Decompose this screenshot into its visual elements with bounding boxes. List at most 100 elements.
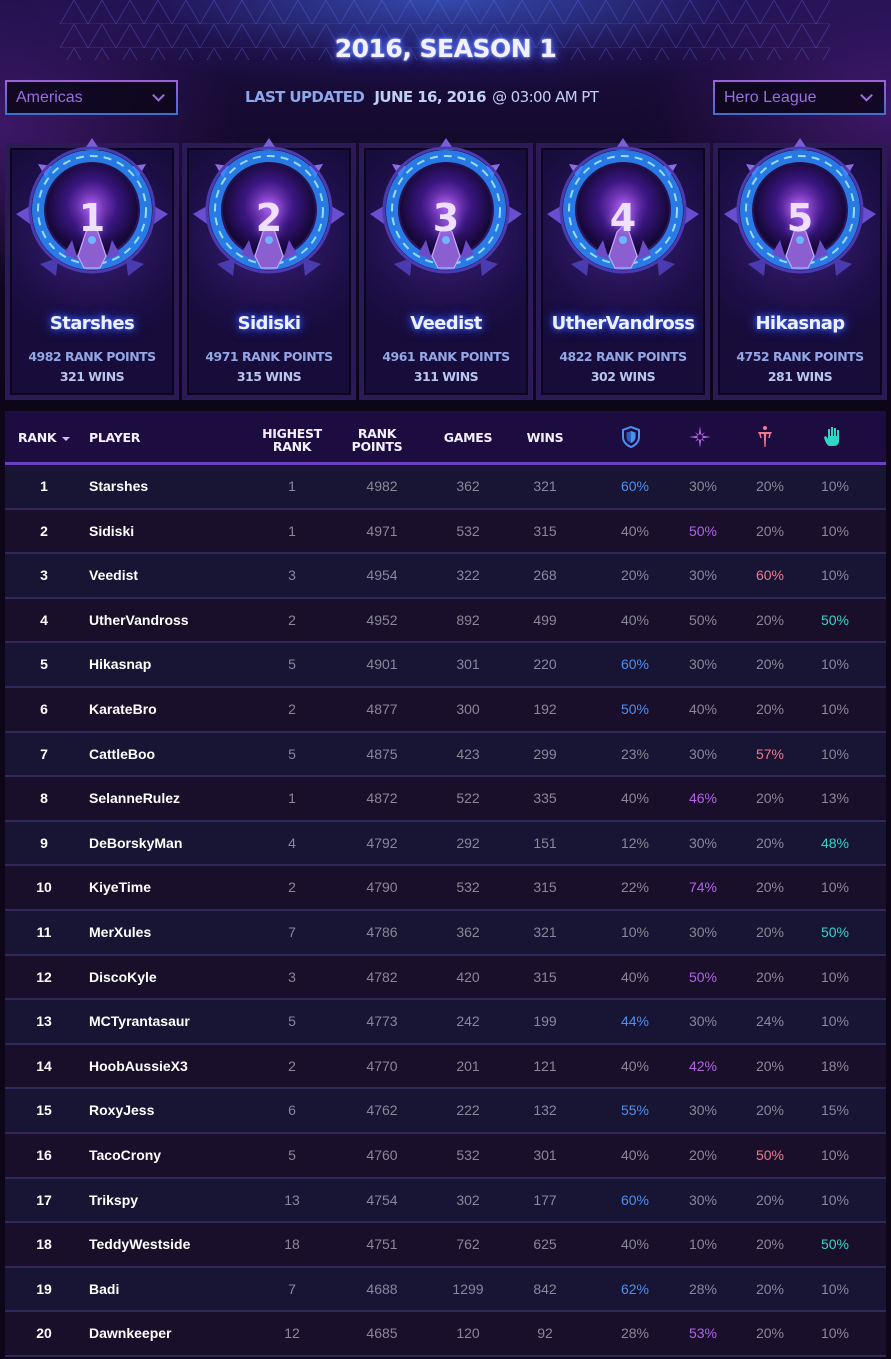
league-select-value: Hero League: [724, 88, 817, 106]
card-inner: 3 Veedist 4961 RANK POINTS 311 WINS: [364, 138, 528, 395]
cell-games: 532: [456, 879, 480, 896]
warrior-shield-icon[interactable]: [619, 425, 643, 449]
cell-player-link[interactable]: DiscoKyle: [89, 956, 259, 998]
cell-player-link[interactable]: Badi: [89, 1268, 259, 1310]
cell-support-percent: 10%: [820, 1280, 850, 1297]
cell-assassin-percent: 50%: [688, 522, 718, 539]
cell-assassin-percent: 20%: [688, 1146, 718, 1163]
cell-rank-points: 4971: [366, 522, 398, 539]
table-row[interactable]: 14 HoobAussieX3 2 4770 201 121 40% 42% 20% 1…: [5, 1044, 886, 1090]
card-inner: 4 UtherVandross 4822 RANK POINTS 302 WIN…: [541, 138, 705, 395]
cell-support-percent: 50%: [820, 923, 850, 940]
table-row[interactable]: 7 CattleBoo 5 4875 423 299 23% 30% 57% 10%: [5, 732, 886, 778]
table-row[interactable]: 12 DiscoKyle 3 4782 420 315 40% 50% 20% 10%: [5, 955, 886, 1001]
table-row[interactable]: 17 Trikspy 13 4754 302 177 60% 30% 20% 10%: [5, 1178, 886, 1224]
cell-player-link[interactable]: MerXules: [89, 911, 259, 953]
cell-player-link[interactable]: TeddyWestside: [89, 1223, 259, 1265]
cell-support-percent: 48%: [820, 834, 850, 851]
table-row[interactable]: 8 SelanneRulez 1 4872 522 335 40% 46% 20% 13…: [5, 777, 886, 822]
cell-player-link[interactable]: TacoCrony: [89, 1134, 259, 1176]
cell-player-link[interactable]: UtherVandross: [89, 599, 259, 641]
cell-support-percent: 10%: [820, 478, 850, 494]
table-row[interactable]: 2 Sidiski 1 4971 532 315 40% 50% 20% 10%: [5, 509, 886, 555]
column-rank[interactable]: RANK: [18, 431, 71, 444]
cell-player-link[interactable]: HoobAussieX3: [89, 1045, 259, 1087]
region-select[interactable]: Americas: [5, 80, 178, 115]
cell-rank: 13: [36, 1013, 52, 1030]
cell-player-link[interactable]: SelanneRulez: [89, 777, 259, 819]
cell-wins: 220: [533, 656, 557, 673]
table-header: RANK PLAYER HIGHEST RANK RANK POINTS GAM…: [5, 411, 886, 465]
cell-player-link[interactable]: KarateBro: [89, 688, 259, 730]
table-row[interactable]: 18 TeddyWestside 18 4751 762 625 40% 10% 20…: [5, 1223, 886, 1268]
cell-warrior-percent: 40%: [620, 611, 650, 628]
page-title: 2016, SEASON 1: [334, 34, 557, 63]
table-row[interactable]: 9 DeBorskyMan 4 4792 292 151 12% 30% 20% 48%: [5, 821, 886, 867]
table-row[interactable]: 19 Badi 7 4688 1299 842 62% 28% 20% 10%: [5, 1267, 886, 1313]
cell-player-link[interactable]: DeBorskyMan: [89, 822, 259, 864]
top-player-name: Sidiski: [237, 313, 301, 334]
cell-player-link[interactable]: MCTyrantasaur: [89, 1000, 259, 1042]
cell-player-link[interactable]: KiyeTime: [89, 866, 259, 908]
cell-rank: 9: [40, 834, 48, 851]
table-row[interactable]: 13 MCTyrantasaur 5 4773 242 199 44% 30% 24%…: [5, 1000, 886, 1045]
table-row[interactable]: 10 KiyeTime 2 4790 532 315 22% 74% 20% 10%: [5, 866, 886, 911]
top-player-card[interactable]: 3 Veedist 4961 RANK POINTS 311 WINS: [359, 138, 533, 400]
table-row[interactable]: 5 Hikasnap 5 4901 301 220 60% 30% 20% 10%: [5, 643, 886, 688]
cell-assassin-percent: 30%: [688, 923, 718, 940]
cell-warrior-percent: 50%: [620, 700, 650, 717]
top-player-card[interactable]: 1 Starshes 4982 RANK POINTS 321 WINS: [5, 138, 179, 400]
cell-warrior-percent: 40%: [620, 968, 650, 985]
cell-wins: 335: [533, 790, 557, 807]
cell-specialist-percent: 20%: [755, 923, 785, 940]
cell-warrior-percent: 22%: [620, 879, 650, 896]
cell-games: 423: [456, 745, 480, 762]
table-row[interactable]: 15 RoxyJess 6 4762 222 132 55% 30% 20% 15%: [5, 1089, 886, 1134]
cell-player-link[interactable]: Dawnkeeper: [89, 1312, 259, 1354]
table-row[interactable]: 1 Starshes 1 4982 362 321 60% 30% 20% 10%: [5, 465, 886, 510]
cell-player-link[interactable]: Veedist: [89, 554, 259, 596]
assassin-star-icon[interactable]: [688, 425, 712, 449]
cell-player-link[interactable]: Starshes: [89, 465, 259, 507]
specialist-dagger-icon[interactable]: [753, 425, 777, 449]
table-row[interactable]: 6 KarateBro 2 4877 300 192 50% 40% 20% 10%: [5, 687, 886, 733]
column-highest-rank[interactable]: HIGHEST RANK: [257, 427, 327, 453]
column-wins[interactable]: WINS: [515, 431, 575, 444]
top-player-wins: 321 WINS: [59, 369, 125, 384]
column-player[interactable]: PLAYER: [89, 431, 140, 444]
cell-wins: 268: [533, 567, 557, 584]
league-select[interactable]: Hero League: [713, 80, 886, 115]
cell-specialist-percent: 20%: [755, 611, 785, 628]
cell-player-link[interactable]: Hikasnap: [89, 643, 259, 685]
cell-assassin-percent: 50%: [688, 611, 718, 628]
table-row[interactable]: 4 UtherVandross 2 4952 892 499 40% 50% 20% 5…: [5, 598, 886, 644]
cell-highest-rank: 2: [288, 1057, 296, 1074]
cell-wins: 132: [533, 1102, 557, 1119]
cell-player-link[interactable]: Trikspy: [89, 1179, 259, 1221]
top-player-card[interactable]: 5 Hikasnap 4752 RANK POINTS 281 WINS: [713, 138, 887, 400]
top-player-card[interactable]: 4 UtherVandross 4822 RANK POINTS 302 WIN…: [536, 138, 710, 400]
cell-rank-points: 4901: [366, 656, 398, 673]
cell-player-link[interactable]: CattleBoo: [89, 733, 259, 775]
emblem-rank-number: 4: [609, 196, 637, 240]
cell-specialist-percent: 20%: [755, 656, 785, 673]
support-hand-icon[interactable]: [821, 425, 845, 449]
column-games[interactable]: GAMES: [438, 431, 498, 444]
cell-highest-rank: 1: [288, 478, 296, 494]
cell-highest-rank: 1: [288, 790, 296, 807]
cell-wins: 199: [533, 1013, 557, 1030]
table-row[interactable]: 16 TacoCrony 5 4760 532 301 40% 20% 50% 10%: [5, 1133, 886, 1179]
cell-wins: 321: [533, 923, 557, 940]
top-player-name: Veedist: [410, 313, 482, 334]
emblem-rank-number: 5: [786, 196, 814, 240]
cell-wins: 315: [533, 968, 557, 985]
table-row[interactable]: 3 Veedist 3 4954 322 268 20% 30% 60% 10%: [5, 554, 886, 599]
table-row[interactable]: 20 Dawnkeeper 12 4685 120 92 28% 53% 20% 10%: [5, 1312, 886, 1357]
top-player-card[interactable]: 2 Sidiski 4971 RANK POINTS 315 WINS: [182, 138, 356, 400]
cell-specialist-percent: 20%: [755, 1280, 785, 1297]
cell-player-link[interactable]: RoxyJess: [89, 1089, 259, 1131]
cell-highest-rank: 1: [288, 522, 296, 539]
cell-player-link[interactable]: Sidiski: [89, 510, 259, 552]
table-row[interactable]: 11 MerXules 7 4786 362 321 10% 30% 20% 50%: [5, 910, 886, 956]
column-rank-points[interactable]: RANK POINTS: [346, 427, 408, 453]
